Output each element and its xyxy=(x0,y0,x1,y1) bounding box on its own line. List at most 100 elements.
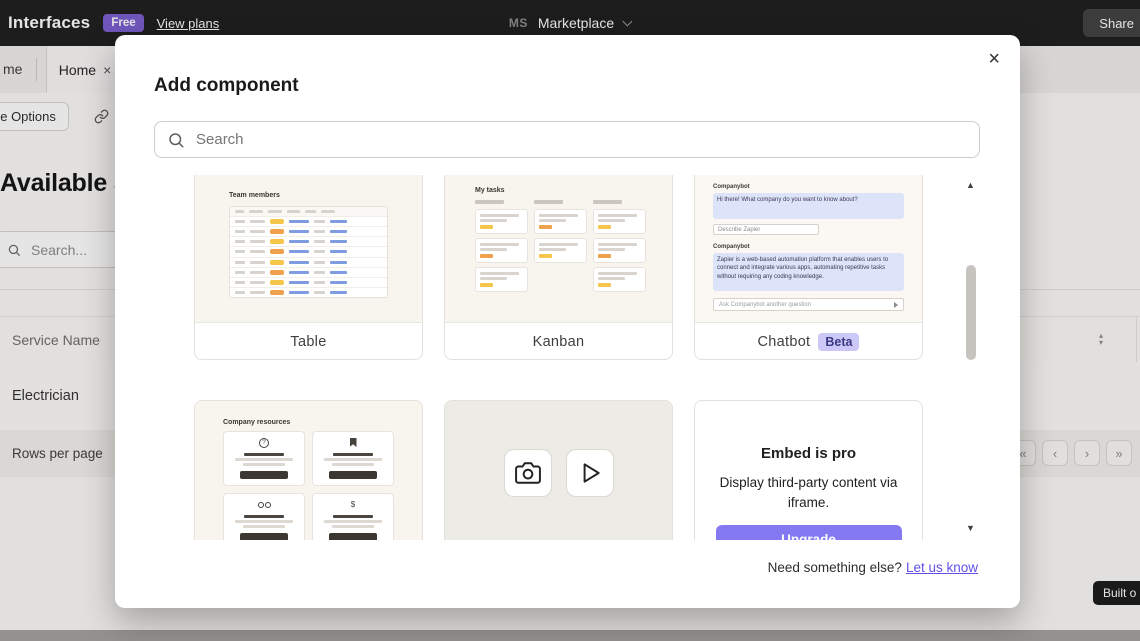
component-card-links[interactable]: Company resources ? $ xyxy=(194,400,423,540)
add-component-modal: × Add component Team members Table xyxy=(115,35,1020,608)
text-bar xyxy=(323,458,383,461)
cell-bar xyxy=(250,240,265,244)
cell-bar xyxy=(235,250,245,254)
links-thumb-grid: ? $ xyxy=(223,431,394,540)
text-bar xyxy=(480,272,519,275)
scrollbar-thumb[interactable] xyxy=(966,265,976,360)
header-bar xyxy=(287,210,300,214)
kanban-card xyxy=(475,267,528,292)
text-bar xyxy=(539,243,578,246)
header-bar xyxy=(268,210,282,214)
card-label-text: Kanban xyxy=(532,333,585,350)
link-bar xyxy=(330,270,347,274)
text-bar xyxy=(242,463,286,466)
link-bar xyxy=(330,280,347,284)
people-icon xyxy=(257,499,271,510)
close-icon[interactable]: × xyxy=(984,45,1004,73)
component-card-embed[interactable]: Embed is pro Display third-party content… xyxy=(694,400,923,540)
text-bar xyxy=(598,248,625,251)
component-scroll-area[interactable]: Team members Table My tasks Kanban Compa… xyxy=(115,175,1020,540)
mini-button xyxy=(239,471,289,479)
bot-name-label: Companybot xyxy=(713,184,750,190)
column-header-bar xyxy=(475,200,505,204)
cell-bar xyxy=(250,220,265,224)
link-bar xyxy=(289,250,309,254)
mini-button xyxy=(328,471,378,479)
text-bar xyxy=(539,219,566,222)
let-us-know-link[interactable]: Let us know xyxy=(906,560,978,575)
upgrade-button[interactable]: Upgrade xyxy=(715,524,902,540)
dollar-glyph: $ xyxy=(350,500,356,509)
text-bar xyxy=(598,214,637,217)
cell-bar xyxy=(235,270,245,274)
resource-card: $ xyxy=(312,493,394,540)
header-bar xyxy=(235,210,244,214)
text-bar xyxy=(480,248,507,251)
text-bar xyxy=(539,214,578,217)
link-bar xyxy=(330,260,347,264)
link-bar xyxy=(330,230,347,234)
text-bar xyxy=(331,463,375,466)
component-card-media[interactable] xyxy=(444,400,673,540)
text-bar xyxy=(234,520,294,523)
component-card-table[interactable]: Team members Table xyxy=(194,175,423,360)
link-bar xyxy=(289,260,309,264)
component-search-input[interactable] xyxy=(194,130,938,149)
text-bar xyxy=(598,277,625,280)
text-bar xyxy=(539,248,566,251)
cell-bar xyxy=(235,280,245,284)
component-card-chatbot[interactable]: Companybot Hi there! What company do you… xyxy=(694,175,923,360)
cell-bar xyxy=(314,250,325,254)
chat-ask-placeholder: Ask Companybot another question xyxy=(719,301,812,308)
embed-pro-title: Embed is pro xyxy=(760,445,857,462)
kanban-card xyxy=(534,209,587,234)
table-thumb-row xyxy=(230,286,387,297)
text-bar xyxy=(480,219,507,222)
kanban-thumb-columns xyxy=(475,200,646,304)
modal-footer: Need something else? Let us know xyxy=(768,560,978,575)
cell-bar xyxy=(235,230,245,234)
cell-bar xyxy=(250,290,265,294)
cell-bar xyxy=(235,290,245,294)
component-card-kanban[interactable]: My tasks Kanban xyxy=(444,175,673,360)
link-bar xyxy=(289,290,309,294)
column-header-bar xyxy=(593,200,623,204)
table-thumb-row xyxy=(230,246,387,256)
mini-button xyxy=(239,533,289,540)
chat-ask-input: Ask Companybot another question xyxy=(713,298,904,311)
title-bar xyxy=(333,514,373,518)
chatbot-thumbnail: Companybot Hi there! What company do you… xyxy=(695,175,922,322)
embed-pro-description: Display third-party content via iframe. xyxy=(719,475,898,511)
cell-bar xyxy=(314,220,325,224)
cell-bar xyxy=(250,280,265,284)
footer-prompt: Need something else? xyxy=(767,560,902,575)
cell-bar xyxy=(250,260,265,264)
media-thumbnail xyxy=(445,401,672,540)
cell-bar xyxy=(250,250,265,254)
component-search-box[interactable] xyxy=(154,121,980,158)
link-bar xyxy=(330,240,347,244)
kanban-card xyxy=(475,238,528,263)
cell-bar xyxy=(250,270,265,274)
cell-bar xyxy=(314,280,325,284)
table-thumb-title: Team members xyxy=(229,192,280,199)
status-pill xyxy=(270,219,284,225)
beta-badge: Beta xyxy=(818,332,860,351)
screen: Interfaces Free View plans MS Marketplac… xyxy=(0,0,1140,641)
links-thumbnail: Company resources ? $ xyxy=(195,401,422,540)
link-bar xyxy=(330,290,347,294)
cell-bar xyxy=(235,260,245,264)
text-bar xyxy=(234,458,294,461)
chat-input-preview: Describe Zapier xyxy=(713,224,819,235)
table-thumb-row xyxy=(230,256,387,267)
kanban-column xyxy=(534,200,587,304)
cell-bar xyxy=(314,240,325,244)
kanban-card xyxy=(593,238,646,263)
text-bar xyxy=(598,272,637,275)
scroll-down-icon[interactable]: ▼ xyxy=(966,523,975,533)
scroll-up-icon[interactable]: ▲ xyxy=(966,180,975,190)
cell-bar xyxy=(314,260,325,264)
resource-card: ? xyxy=(223,431,305,486)
card-label-text: Chatbot xyxy=(757,333,811,350)
person-dot xyxy=(257,501,264,508)
